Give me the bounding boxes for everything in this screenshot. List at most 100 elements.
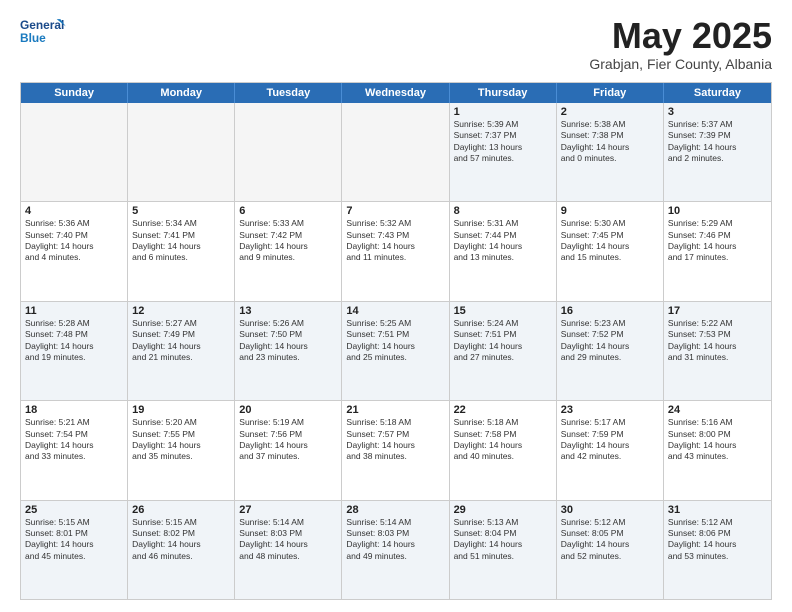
svg-text:Blue: Blue xyxy=(20,31,46,45)
day-cell-18: 18Sunrise: 5:21 AM Sunset: 7:54 PM Dayli… xyxy=(21,401,128,499)
day-info: Sunrise: 5:30 AM Sunset: 7:45 PM Dayligh… xyxy=(561,218,659,264)
day-info: Sunrise: 5:29 AM Sunset: 7:46 PM Dayligh… xyxy=(668,218,767,264)
day-info: Sunrise: 5:14 AM Sunset: 8:03 PM Dayligh… xyxy=(239,517,337,563)
day-cell-16: 16Sunrise: 5:23 AM Sunset: 7:52 PM Dayli… xyxy=(557,302,664,400)
day-number: 17 xyxy=(668,305,767,317)
day-cell-27: 27Sunrise: 5:14 AM Sunset: 8:03 PM Dayli… xyxy=(235,501,342,599)
day-info: Sunrise: 5:14 AM Sunset: 8:03 PM Dayligh… xyxy=(346,517,444,563)
day-info: Sunrise: 5:22 AM Sunset: 7:53 PM Dayligh… xyxy=(668,318,767,364)
day-info: Sunrise: 5:12 AM Sunset: 8:06 PM Dayligh… xyxy=(668,517,767,563)
day-info: Sunrise: 5:31 AM Sunset: 7:44 PM Dayligh… xyxy=(454,218,552,264)
empty-cell-0-3 xyxy=(342,103,449,201)
day-cell-2: 2Sunrise: 5:38 AM Sunset: 7:38 PM Daylig… xyxy=(557,103,664,201)
day-cell-17: 17Sunrise: 5:22 AM Sunset: 7:53 PM Dayli… xyxy=(664,302,771,400)
calendar-row-3: 18Sunrise: 5:21 AM Sunset: 7:54 PM Dayli… xyxy=(21,401,771,500)
day-number: 10 xyxy=(668,205,767,217)
day-number: 16 xyxy=(561,305,659,317)
day-header-wednesday: Wednesday xyxy=(342,83,449,103)
day-number: 25 xyxy=(25,504,123,516)
day-cell-11: 11Sunrise: 5:28 AM Sunset: 7:48 PM Dayli… xyxy=(21,302,128,400)
logo: GeneralBlue xyxy=(20,16,75,48)
calendar-row-1: 4Sunrise: 5:36 AM Sunset: 7:40 PM Daylig… xyxy=(21,202,771,301)
day-info: Sunrise: 5:24 AM Sunset: 7:51 PM Dayligh… xyxy=(454,318,552,364)
day-number: 19 xyxy=(132,404,230,416)
day-cell-6: 6Sunrise: 5:33 AM Sunset: 7:42 PM Daylig… xyxy=(235,202,342,300)
empty-cell-0-1 xyxy=(128,103,235,201)
day-number: 29 xyxy=(454,504,552,516)
day-info: Sunrise: 5:32 AM Sunset: 7:43 PM Dayligh… xyxy=(346,218,444,264)
day-number: 7 xyxy=(346,205,444,217)
day-header-monday: Monday xyxy=(128,83,235,103)
day-cell-25: 25Sunrise: 5:15 AM Sunset: 8:01 PM Dayli… xyxy=(21,501,128,599)
day-info: Sunrise: 5:25 AM Sunset: 7:51 PM Dayligh… xyxy=(346,318,444,364)
day-cell-3: 3Sunrise: 5:37 AM Sunset: 7:39 PM Daylig… xyxy=(664,103,771,201)
day-info: Sunrise: 5:19 AM Sunset: 7:56 PM Dayligh… xyxy=(239,417,337,463)
empty-cell-0-2 xyxy=(235,103,342,201)
day-info: Sunrise: 5:27 AM Sunset: 7:49 PM Dayligh… xyxy=(132,318,230,364)
day-header-friday: Friday xyxy=(557,83,664,103)
day-cell-4: 4Sunrise: 5:36 AM Sunset: 7:40 PM Daylig… xyxy=(21,202,128,300)
day-number: 9 xyxy=(561,205,659,217)
day-number: 21 xyxy=(346,404,444,416)
day-info: Sunrise: 5:36 AM Sunset: 7:40 PM Dayligh… xyxy=(25,218,123,264)
day-cell-19: 19Sunrise: 5:20 AM Sunset: 7:55 PM Dayli… xyxy=(128,401,235,499)
day-header-thursday: Thursday xyxy=(450,83,557,103)
day-cell-24: 24Sunrise: 5:16 AM Sunset: 8:00 PM Dayli… xyxy=(664,401,771,499)
day-cell-20: 20Sunrise: 5:19 AM Sunset: 7:56 PM Dayli… xyxy=(235,401,342,499)
calendar-row-0: 1Sunrise: 5:39 AM Sunset: 7:37 PM Daylig… xyxy=(21,103,771,202)
day-number: 12 xyxy=(132,305,230,317)
day-info: Sunrise: 5:39 AM Sunset: 7:37 PM Dayligh… xyxy=(454,119,552,165)
day-header-saturday: Saturday xyxy=(664,83,771,103)
calendar-body: 1Sunrise: 5:39 AM Sunset: 7:37 PM Daylig… xyxy=(21,103,771,599)
day-cell-7: 7Sunrise: 5:32 AM Sunset: 7:43 PM Daylig… xyxy=(342,202,449,300)
day-cell-13: 13Sunrise: 5:26 AM Sunset: 7:50 PM Dayli… xyxy=(235,302,342,400)
day-number: 8 xyxy=(454,205,552,217)
location-subtitle: Grabjan, Fier County, Albania xyxy=(589,56,772,72)
day-number: 5 xyxy=(132,205,230,217)
day-header-sunday: Sunday xyxy=(21,83,128,103)
month-title: May 2025 xyxy=(589,16,772,56)
calendar-row-2: 11Sunrise: 5:28 AM Sunset: 7:48 PM Dayli… xyxy=(21,302,771,401)
svg-text:General: General xyxy=(20,18,64,32)
day-cell-30: 30Sunrise: 5:12 AM Sunset: 8:05 PM Dayli… xyxy=(557,501,664,599)
day-cell-26: 26Sunrise: 5:15 AM Sunset: 8:02 PM Dayli… xyxy=(128,501,235,599)
day-number: 13 xyxy=(239,305,337,317)
day-cell-8: 8Sunrise: 5:31 AM Sunset: 7:44 PM Daylig… xyxy=(450,202,557,300)
empty-cell-0-0 xyxy=(21,103,128,201)
day-info: Sunrise: 5:37 AM Sunset: 7:39 PM Dayligh… xyxy=(668,119,767,165)
day-cell-31: 31Sunrise: 5:12 AM Sunset: 8:06 PM Dayli… xyxy=(664,501,771,599)
day-info: Sunrise: 5:17 AM Sunset: 7:59 PM Dayligh… xyxy=(561,417,659,463)
day-cell-21: 21Sunrise: 5:18 AM Sunset: 7:57 PM Dayli… xyxy=(342,401,449,499)
day-number: 14 xyxy=(346,305,444,317)
day-number: 15 xyxy=(454,305,552,317)
page: GeneralBlue May 2025 Grabjan, Fier Count… xyxy=(0,0,792,612)
day-info: Sunrise: 5:23 AM Sunset: 7:52 PM Dayligh… xyxy=(561,318,659,364)
day-cell-22: 22Sunrise: 5:18 AM Sunset: 7:58 PM Dayli… xyxy=(450,401,557,499)
day-info: Sunrise: 5:18 AM Sunset: 7:58 PM Dayligh… xyxy=(454,417,552,463)
calendar: SundayMondayTuesdayWednesdayThursdayFrid… xyxy=(20,82,772,600)
day-number: 30 xyxy=(561,504,659,516)
day-cell-28: 28Sunrise: 5:14 AM Sunset: 8:03 PM Dayli… xyxy=(342,501,449,599)
day-number: 3 xyxy=(668,106,767,118)
day-info: Sunrise: 5:15 AM Sunset: 8:01 PM Dayligh… xyxy=(25,517,123,563)
calendar-header: SundayMondayTuesdayWednesdayThursdayFrid… xyxy=(21,83,771,103)
day-cell-23: 23Sunrise: 5:17 AM Sunset: 7:59 PM Dayli… xyxy=(557,401,664,499)
day-cell-12: 12Sunrise: 5:27 AM Sunset: 7:49 PM Dayli… xyxy=(128,302,235,400)
day-info: Sunrise: 5:18 AM Sunset: 7:57 PM Dayligh… xyxy=(346,417,444,463)
day-info: Sunrise: 5:34 AM Sunset: 7:41 PM Dayligh… xyxy=(132,218,230,264)
day-cell-29: 29Sunrise: 5:13 AM Sunset: 8:04 PM Dayli… xyxy=(450,501,557,599)
day-cell-9: 9Sunrise: 5:30 AM Sunset: 7:45 PM Daylig… xyxy=(557,202,664,300)
day-info: Sunrise: 5:20 AM Sunset: 7:55 PM Dayligh… xyxy=(132,417,230,463)
day-number: 1 xyxy=(454,106,552,118)
day-info: Sunrise: 5:38 AM Sunset: 7:38 PM Dayligh… xyxy=(561,119,659,165)
day-info: Sunrise: 5:13 AM Sunset: 8:04 PM Dayligh… xyxy=(454,517,552,563)
day-cell-10: 10Sunrise: 5:29 AM Sunset: 7:46 PM Dayli… xyxy=(664,202,771,300)
title-area: May 2025 Grabjan, Fier County, Albania xyxy=(589,16,772,72)
day-info: Sunrise: 5:21 AM Sunset: 7:54 PM Dayligh… xyxy=(25,417,123,463)
day-number: 11 xyxy=(25,305,123,317)
day-info: Sunrise: 5:28 AM Sunset: 7:48 PM Dayligh… xyxy=(25,318,123,364)
day-number: 31 xyxy=(668,504,767,516)
day-cell-15: 15Sunrise: 5:24 AM Sunset: 7:51 PM Dayli… xyxy=(450,302,557,400)
day-cell-14: 14Sunrise: 5:25 AM Sunset: 7:51 PM Dayli… xyxy=(342,302,449,400)
day-number: 26 xyxy=(132,504,230,516)
